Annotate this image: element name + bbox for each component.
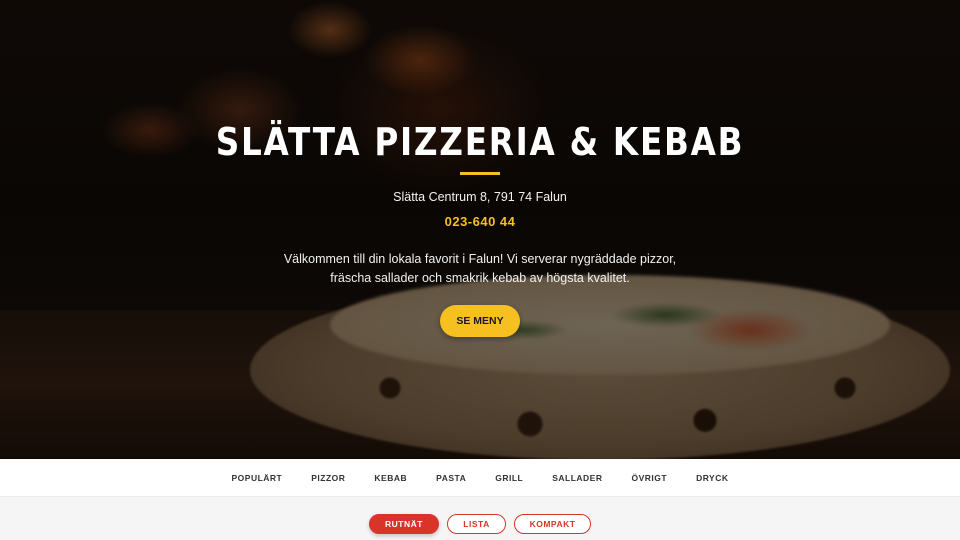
restaurant-title: SLÄTTA PIZZERIA & KEBAB	[215, 120, 745, 164]
view-compact-button[interactable]: KOMPAKT	[514, 514, 591, 534]
hero-content: SLÄTTA PIZZERIA & KEBAB Slätta Centrum 8…	[0, 0, 960, 459]
title-divider	[460, 172, 500, 175]
hero-section: SLÄTTA PIZZERIA & KEBAB Slätta Centrum 8…	[0, 0, 960, 459]
category-grill[interactable]: GRILL	[481, 473, 538, 483]
see-menu-button[interactable]: SE MENY	[440, 305, 520, 337]
welcome-text: Välkommen till din lokala favorit i Falu…	[283, 252, 677, 285]
category-nav: POPULÄRT PIZZOR KEBAB PASTA GRILL SALLAD…	[0, 459, 960, 497]
view-list-button[interactable]: LISTA	[447, 514, 506, 534]
view-grid-button[interactable]: RUTNÄT	[369, 514, 439, 534]
category-pizzor[interactable]: PIZZOR	[297, 473, 360, 483]
restaurant-address: Slätta Centrum 8, 791 74 Falun	[393, 190, 567, 204]
category-pasta[interactable]: PASTA	[422, 473, 481, 483]
category-popular[interactable]: POPULÄRT	[217, 473, 297, 483]
view-mode-bar: RUTNÄT LISTA KOMPAKT	[0, 497, 960, 540]
phone-link[interactable]: 023-640 44	[0, 214, 960, 229]
category-ovrigt[interactable]: ÖVRIGT	[617, 473, 682, 483]
category-sallader[interactable]: SALLADER	[538, 473, 617, 483]
category-kebab[interactable]: KEBAB	[360, 473, 422, 483]
category-dryck[interactable]: DRYCK	[682, 473, 743, 483]
